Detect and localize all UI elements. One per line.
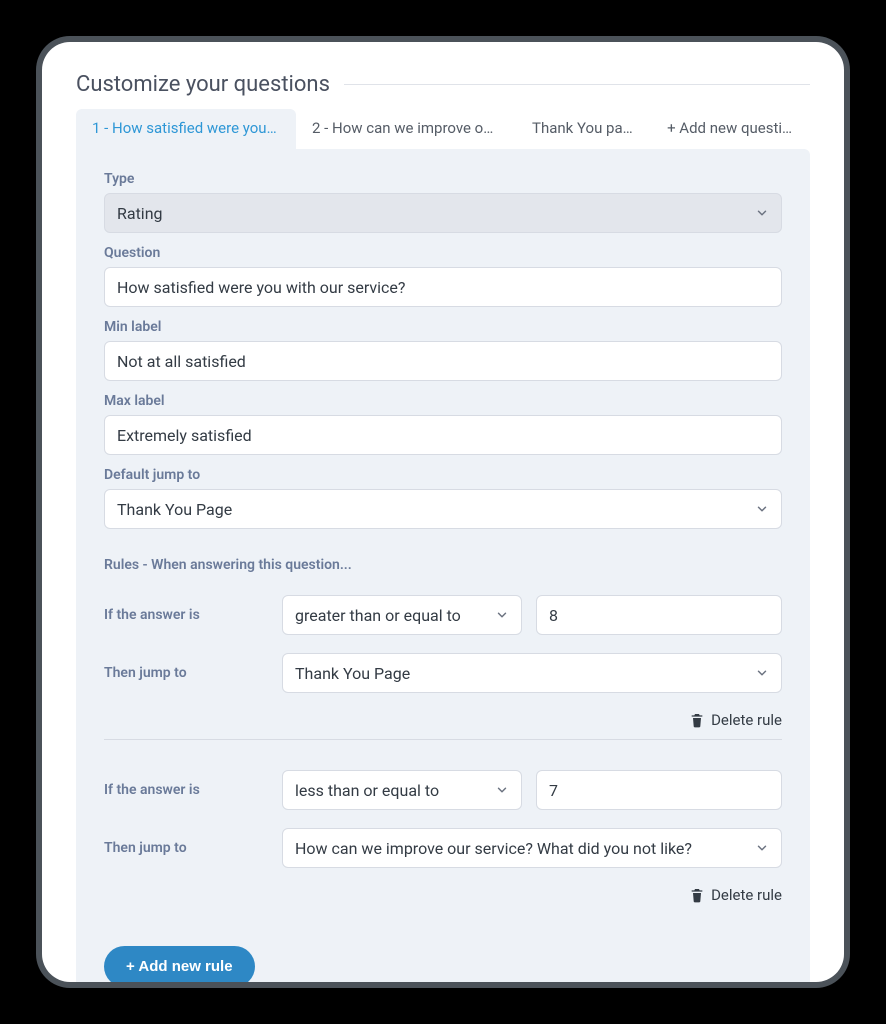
min-label-value: Not at all satisfied [117, 352, 246, 371]
jump-to-value: Thank You Page [295, 664, 410, 683]
chevron-down-icon [755, 502, 769, 516]
condition-select[interactable]: greater than or equal to [282, 595, 522, 635]
rule-if-row: If the answer is less than or equal to 7 [104, 770, 782, 810]
condition-value-text: 7 [549, 781, 558, 800]
rule-block: If the answer is less than or equal to 7… [104, 770, 782, 904]
if-answer-label: If the answer is [104, 607, 282, 623]
min-label-label: Min label [104, 319, 782, 335]
rule-then-row: Then jump to How can we improve our serv… [104, 828, 782, 868]
question-value: How satisfied were you with our service? [117, 278, 405, 297]
condition-value-input[interactable]: 7 [536, 770, 782, 810]
rule-if-row: If the answer is greater than or equal t… [104, 595, 782, 635]
chevron-down-icon [755, 206, 769, 220]
rule-block: If the answer is greater than or equal t… [104, 595, 782, 740]
condition-select[interactable]: less than or equal to [282, 770, 522, 810]
default-jump-value: Thank You Page [117, 500, 232, 519]
delete-rule-label: Delete rule [711, 886, 782, 904]
type-value: Rating [117, 204, 163, 223]
rule-then-row: Then jump to Thank You Page [104, 653, 782, 693]
default-jump-select[interactable]: Thank You Page [104, 489, 782, 529]
rule-then-controls: How can we improve our service? What did… [282, 828, 782, 868]
type-label: Type [104, 171, 782, 187]
chevron-down-icon [495, 783, 509, 797]
max-label-value: Extremely satisfied [117, 426, 252, 445]
max-label-input[interactable]: Extremely satisfied [104, 415, 782, 455]
rule-divider [104, 739, 782, 740]
delete-rule-button[interactable]: Delete rule [104, 711, 782, 729]
page-title: Customize your questions [76, 72, 330, 97]
tab-add-question[interactable]: + Add new question [651, 109, 810, 149]
add-rule-button[interactable]: + Add new rule [104, 946, 255, 982]
question-label: Question [104, 245, 782, 261]
question-input[interactable]: How satisfied were you with our service? [104, 267, 782, 307]
condition-value: greater than or equal to [295, 606, 461, 625]
question-customize-panel: Customize your questions 1 - How satisfi… [42, 42, 844, 982]
trash-icon [689, 887, 705, 903]
condition-value-text: 8 [549, 606, 558, 625]
title-row: Customize your questions [76, 72, 810, 97]
tab-question-2[interactable]: 2 - How can we improve our … [296, 109, 516, 149]
if-answer-label: If the answer is [104, 782, 282, 798]
default-jump-label: Default jump to [104, 467, 782, 483]
condition-value-input[interactable]: 8 [536, 595, 782, 635]
then-jump-label: Then jump to [104, 840, 282, 856]
title-divider [344, 84, 810, 85]
delete-rule-button[interactable]: Delete rule [104, 886, 782, 904]
trash-icon [689, 712, 705, 728]
then-jump-label: Then jump to [104, 665, 282, 681]
chevron-down-icon [495, 608, 509, 622]
rule-if-controls: greater than or equal to 8 [282, 595, 782, 635]
max-label-label: Max label [104, 393, 782, 409]
rules-heading: Rules - When answering this question... [104, 557, 782, 573]
chevron-down-icon [755, 841, 769, 855]
jump-to-select[interactable]: Thank You Page [282, 653, 782, 693]
condition-value: less than or equal to [295, 781, 439, 800]
min-label-input[interactable]: Not at all satisfied [104, 341, 782, 381]
chevron-down-icon [755, 666, 769, 680]
tab-question-1[interactable]: 1 - How satisfied were you w… [76, 109, 296, 149]
rule-if-controls: less than or equal to 7 [282, 770, 782, 810]
tab-thank-you[interactable]: Thank You page [516, 109, 651, 149]
delete-rule-label: Delete rule [711, 711, 782, 729]
rule-then-controls: Thank You Page [282, 653, 782, 693]
jump-to-value: How can we improve our service? What did… [295, 839, 692, 858]
question-tabs: 1 - How satisfied were you w… 2 - How ca… [76, 109, 810, 149]
jump-to-select[interactable]: How can we improve our service? What did… [282, 828, 782, 868]
form-area: Type Rating Question How satisfied were … [76, 149, 810, 982]
type-select[interactable]: Rating [104, 193, 782, 233]
